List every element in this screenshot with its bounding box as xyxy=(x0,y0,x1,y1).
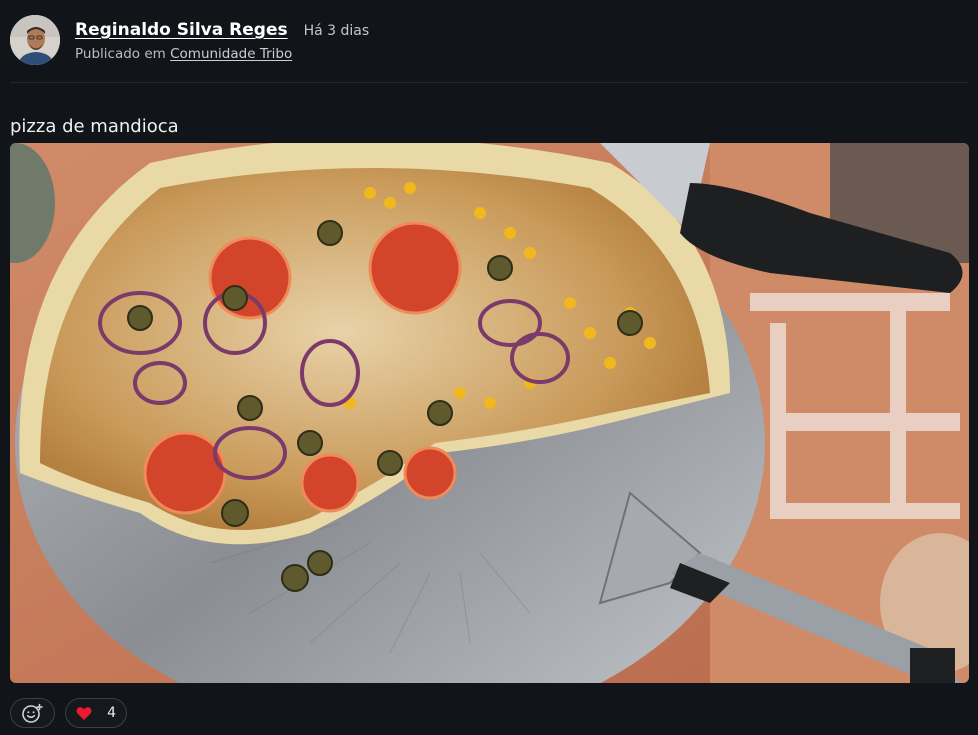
post-header: Reginaldo Silva Reges Há 3 dias Publicad… xyxy=(10,12,968,68)
post-time: Há 3 dias xyxy=(303,23,370,39)
post-actions: 4 xyxy=(10,698,127,728)
post-image[interactable] xyxy=(10,143,969,683)
published-in-label: Publicado em xyxy=(75,46,166,62)
add-reaction-icon xyxy=(21,703,43,723)
like-button[interactable]: 4 xyxy=(65,698,127,728)
avatar-image xyxy=(10,15,60,65)
author-name-link[interactable]: Reginaldo Silva Reges xyxy=(75,20,288,40)
header-divider xyxy=(10,82,968,83)
header-line-1: Reginaldo Silva Reges Há 3 dias xyxy=(75,20,369,40)
like-count: 4 xyxy=(107,705,116,721)
post-body-text: pizza de mandioca xyxy=(10,116,179,137)
pizza-photo xyxy=(10,143,969,683)
community-link[interactable]: Comunidade Tribo xyxy=(170,46,292,62)
add-reaction-button[interactable] xyxy=(10,698,55,728)
header-line-2: Publicado em Comunidade Tribo xyxy=(75,46,369,62)
heart-icon xyxy=(76,706,92,720)
header-text: Reginaldo Silva Reges Há 3 dias Publicad… xyxy=(75,20,369,62)
author-avatar[interactable] xyxy=(10,15,60,65)
